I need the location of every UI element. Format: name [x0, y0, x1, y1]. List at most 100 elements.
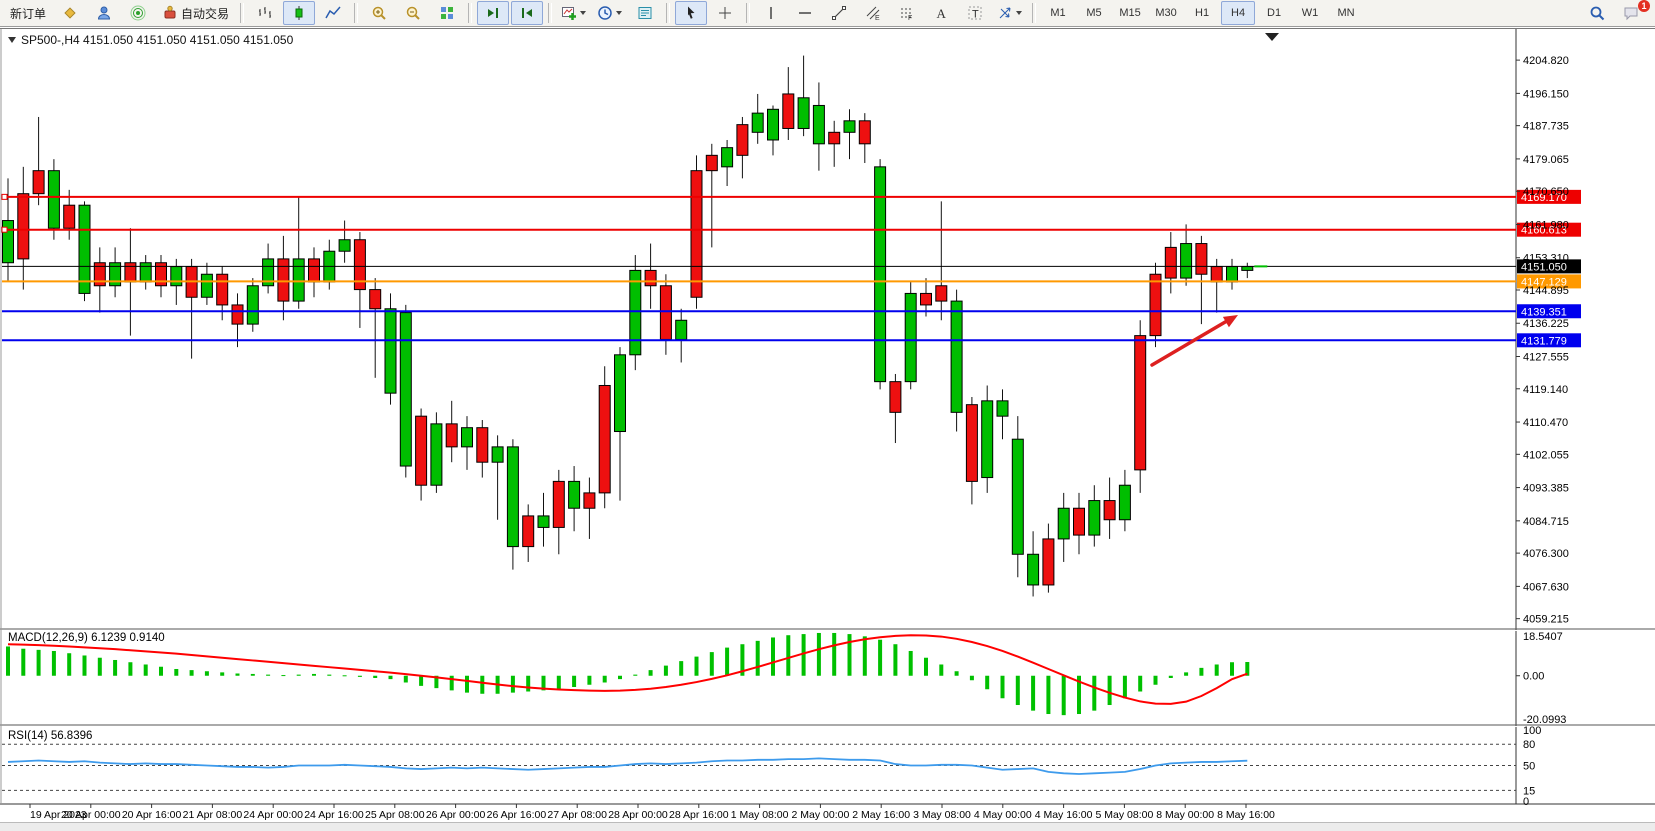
- line-chart-button[interactable]: [317, 1, 349, 25]
- channel-button[interactable]: E: [857, 1, 889, 25]
- price-tick-label: 4136.225: [1523, 318, 1569, 330]
- price-tick-label: 4187.735: [1523, 121, 1569, 133]
- arrows-icon: [997, 5, 1013, 21]
- text-label-icon: T: [967, 5, 983, 21]
- market-watch-button[interactable]: [54, 1, 86, 25]
- periods-button[interactable]: [593, 1, 627, 25]
- signals-icon: [130, 5, 146, 21]
- candle: [599, 366, 610, 508]
- toolbar-separator: [548, 3, 552, 23]
- zoom-out-button[interactable]: [397, 1, 429, 25]
- vertical-line-button[interactable]: [755, 1, 787, 25]
- candle: [79, 201, 90, 301]
- notifications-button[interactable]: 1: [1615, 1, 1647, 25]
- time-tick-label: 26 Apr 00:00: [426, 809, 486, 821]
- bar-chart-button[interactable]: [249, 1, 281, 25]
- crosshair-button[interactable]: [709, 1, 741, 25]
- timeframe-label: W1: [1302, 7, 1319, 19]
- collapse-icon[interactable]: [8, 37, 16, 43]
- chart-title-bar: SP500-,H4 4151.050 4151.050 4151.050 415…: [8, 33, 293, 47]
- channel-icon: E: [865, 5, 881, 21]
- svg-text:50: 50: [1523, 761, 1535, 773]
- text-label-button[interactable]: T: [959, 1, 991, 25]
- price-tick-label: 4153.310: [1523, 253, 1569, 265]
- time-tick-label: 24 Apr 00:00: [243, 809, 303, 821]
- price-tick-label: 4093.385: [1523, 483, 1569, 495]
- timeframe-h4-button[interactable]: H4: [1221, 1, 1255, 25]
- time-tick-label: 25 Apr 08:00: [365, 809, 425, 821]
- timeframe-label: M15: [1119, 7, 1140, 19]
- auto-scroll-icon: [519, 5, 535, 21]
- toolbar-separator: [354, 3, 358, 23]
- auto-scroll-button[interactable]: [511, 1, 543, 25]
- search-icon: [1589, 5, 1605, 21]
- timeframe-label: D1: [1267, 7, 1281, 19]
- timeframe-d1-button[interactable]: D1: [1257, 1, 1291, 25]
- timeframe-mn-button[interactable]: MN: [1329, 1, 1363, 25]
- svg-text:F: F: [908, 15, 912, 21]
- market-watch-icon: [62, 5, 78, 21]
- signals-button[interactable]: [122, 1, 154, 25]
- profile-icon: [96, 5, 112, 21]
- svg-text:E: E: [875, 15, 880, 21]
- arrows-button[interactable]: [993, 1, 1027, 25]
- timeframe-m5-button[interactable]: M5: [1077, 1, 1111, 25]
- zoom-out-icon: [405, 5, 421, 21]
- tile-windows-button[interactable]: [431, 1, 463, 25]
- text-button[interactable]: A: [925, 1, 957, 25]
- candle: [630, 255, 641, 370]
- price-tick-label: 4076.300: [1523, 548, 1569, 560]
- new-order-button[interactable]: 新订单: [4, 1, 52, 25]
- time-tick-label: 4 May 16:00: [1035, 809, 1093, 821]
- timeframe-label: M5: [1086, 7, 1101, 19]
- timeframe-label: H4: [1231, 7, 1245, 19]
- timeframe-m15-button[interactable]: M15: [1113, 1, 1147, 25]
- crosshair-icon: [717, 5, 733, 21]
- candlestick-icon: [291, 5, 307, 21]
- time-tick-label: 20 Apr 00:00: [61, 809, 121, 821]
- candle: [1135, 320, 1146, 493]
- time-tick-label: 1 May 08:00: [731, 809, 789, 821]
- new-order-button-label: 新订单: [10, 5, 46, 22]
- cursor-button[interactable]: [675, 1, 707, 25]
- toolbar-separator: [468, 3, 472, 23]
- fibonacci-button[interactable]: F: [891, 1, 923, 25]
- time-tick-label: 28 Apr 00:00: [608, 809, 668, 821]
- svg-text:0.00: 0.00: [1523, 671, 1544, 683]
- timeframe-h1-button[interactable]: H1: [1185, 1, 1219, 25]
- price-tick-label: 4110.470: [1523, 417, 1568, 429]
- timeframe-w1-button[interactable]: W1: [1293, 1, 1327, 25]
- timeframe-label: M1: [1050, 7, 1065, 19]
- horizontal-line-button[interactable]: [789, 1, 821, 25]
- resistance-1-handle[interactable]: [2, 194, 7, 199]
- svg-text:4139.351: 4139.351: [1521, 306, 1567, 318]
- time-tick-label: 24 Apr 16:00: [304, 809, 364, 821]
- candle: [691, 155, 702, 308]
- templates-button[interactable]: [629, 1, 661, 25]
- auto-trading-button[interactable]: 自动交易: [156, 1, 235, 25]
- auto-trading-icon: [162, 5, 178, 21]
- fibonacci-icon: F: [899, 5, 915, 21]
- time-tick-label: 20 Apr 16:00: [122, 809, 182, 821]
- profile-button[interactable]: [88, 1, 120, 25]
- indicators-button[interactable]: [557, 1, 591, 25]
- search-button[interactable]: [1581, 1, 1613, 25]
- macd-label: MACD(12,26,9) 6.1239 0.9140: [8, 632, 165, 644]
- cursor-icon: [683, 5, 699, 21]
- price-tick-label: 4170.650: [1523, 186, 1569, 198]
- candle: [247, 278, 258, 332]
- main-toolbar: 新订单 自动交易 E F AT M1 M5 M15 M30H1 H4 D1 W1 MN 1: [0, 0, 1655, 27]
- timeframe-m30-button[interactable]: M30: [1149, 1, 1183, 25]
- chart-window[interactable]: SP500-,H4 4151.050 4151.050 4151.050 415…: [0, 28, 1655, 823]
- chart-shift-button[interactable]: [477, 1, 509, 25]
- trendline-button[interactable]: [823, 1, 855, 25]
- notification-badge: 1: [1638, 0, 1650, 12]
- svg-text:4131.779: 4131.779: [1521, 335, 1567, 347]
- time-tick-label: 21 Apr 08:00: [183, 809, 243, 821]
- zoom-in-button[interactable]: [363, 1, 395, 25]
- resistance-2-handle[interactable]: [2, 227, 7, 232]
- candlestick-chart-button[interactable]: [283, 1, 315, 25]
- time-tick-label: 26 Apr 16:00: [487, 809, 547, 821]
- price-chart-canvas[interactable]: 4169.1704160.6134151.0504147.1294139.351…: [0, 29, 1655, 823]
- timeframe-m1-button[interactable]: M1: [1041, 1, 1075, 25]
